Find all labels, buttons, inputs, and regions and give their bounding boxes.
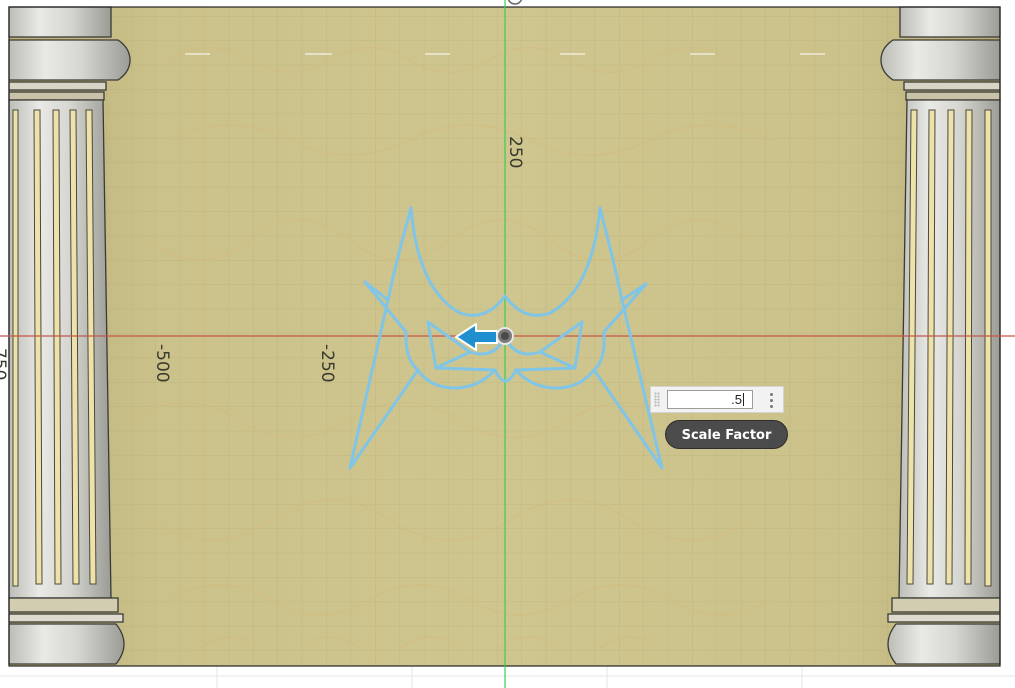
axis-label-250: 250 — [505, 136, 525, 168]
drag-grip-icon[interactable] — [654, 392, 660, 407]
text-caret — [743, 393, 744, 406]
vertical-ellipsis-icon[interactable] — [765, 391, 777, 409]
scale-factor-input[interactable] — [667, 390, 753, 409]
scale-factor-tooltip: Scale Factor — [665, 420, 788, 449]
outer-grid — [0, 666, 1015, 688]
axis-label-minus-500: -500 — [152, 344, 172, 383]
scale-factor-dialog — [650, 386, 784, 413]
top-handle-icon[interactable] — [507, 0, 523, 5]
axis-label-minus-250: -250 — [317, 344, 337, 383]
point-handle-icon[interactable] — [496, 327, 514, 345]
canvas-viewport[interactable]: 250 -250 -500 750 — [0, 0, 1015, 688]
axis-label-minus-750: 750 — [0, 348, 9, 380]
